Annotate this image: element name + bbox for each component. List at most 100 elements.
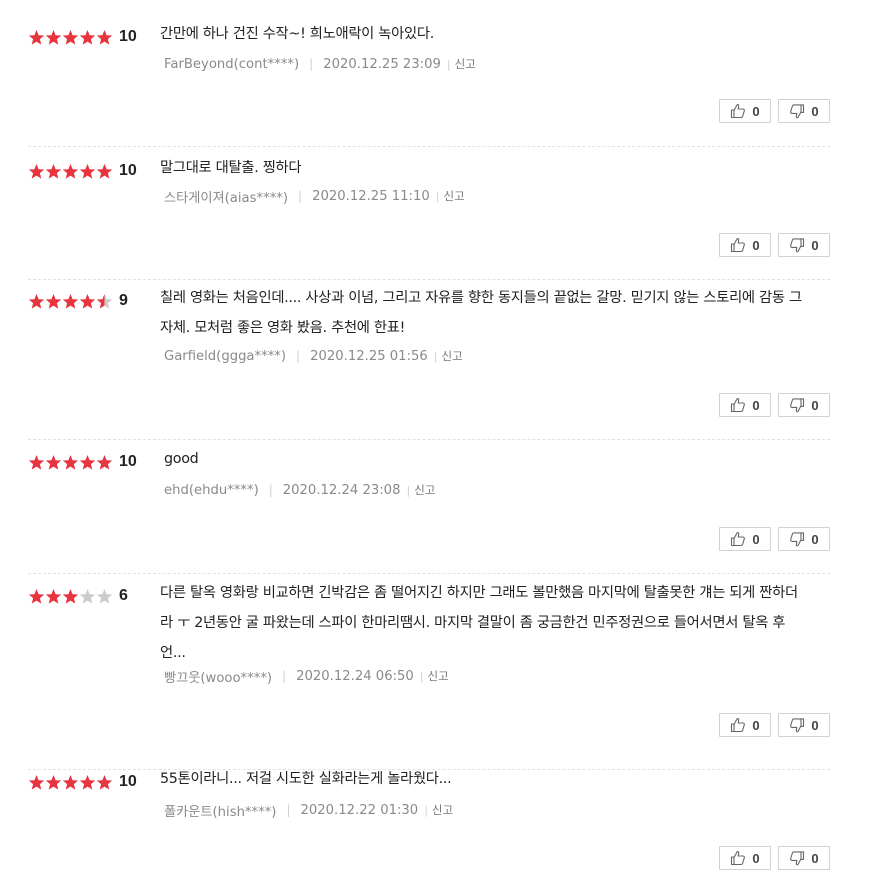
- report-link[interactable]: 신고: [428, 668, 449, 684]
- divider: |: [309, 57, 314, 71]
- like-button[interactable]: 0: [719, 527, 771, 551]
- review-meta: 폴카운트(hish****) | 2020.12.22 01:30 | 신고: [164, 799, 453, 821]
- author-name[interactable]: 빵끄웃(wooo****): [164, 667, 272, 686]
- divider: |: [424, 803, 428, 817]
- thumbs-down-icon: [789, 531, 805, 547]
- star-full-icon: [28, 293, 45, 309]
- like-button[interactable]: 0: [719, 713, 771, 737]
- star-full-icon: [62, 29, 79, 45]
- star-full-icon: [79, 454, 96, 470]
- review-meta: ehd(ehdu****) | 2020.12.24 23:08 | 신고: [164, 479, 435, 501]
- author-name[interactable]: 폴카운트(hish****): [164, 801, 276, 820]
- star-full-icon: [96, 454, 113, 470]
- review-date: 2020.12.22 01:30: [300, 802, 419, 818]
- score-value: 10: [119, 28, 137, 45]
- like-button[interactable]: 0: [719, 393, 771, 417]
- score-value: 9: [119, 292, 128, 309]
- review-text: 말그대로 대탈출. 찡하다: [160, 160, 302, 176]
- like-button[interactable]: 0: [719, 846, 771, 870]
- report-link[interactable]: 신고: [432, 802, 453, 818]
- vote-buttons: 00: [719, 846, 830, 870]
- review-date: 2020.12.25 11:10: [312, 188, 430, 204]
- star-full-icon: [96, 29, 113, 45]
- thumbs-down-icon: [789, 103, 805, 119]
- review-meta: 빵끄웃(wooo****) | 2020.12.24 06:50 | 신고: [164, 665, 449, 687]
- vote-buttons: 00: [719, 527, 830, 551]
- report-link[interactable]: 신고: [442, 348, 463, 364]
- review-item: 10 55톤이라니... 저걸 시도한 실화라는게 놀라웠다... 폴카운트(his…: [28, 769, 830, 878]
- star-half-icon: [96, 293, 113, 309]
- star-full-icon: [28, 29, 45, 45]
- star-rating: [28, 163, 113, 180]
- star-full-icon: [45, 774, 62, 790]
- review-meta: 스타게이져(aias****) | 2020.12.25 11:10 | 신고: [164, 185, 465, 207]
- score-value: 10: [119, 162, 137, 179]
- star-full-icon: [79, 163, 96, 179]
- review-text: 간만에 하나 건진 수작~! 희노애락이 녹아있다.: [160, 26, 434, 42]
- like-button[interactable]: 0: [719, 99, 771, 123]
- review-item: 10 말그대로 대탈출. 찡하다스타게이져(aias****) | 2020.12.2…: [28, 146, 830, 280]
- thumbs-down-icon: [789, 850, 805, 866]
- review-text: good: [164, 451, 199, 467]
- author-name[interactable]: 스타게이져(aias****): [164, 187, 288, 206]
- star-full-icon: [62, 293, 79, 309]
- star-full-icon: [45, 454, 62, 470]
- report-link[interactable]: 신고: [455, 56, 476, 72]
- dislike-button[interactable]: 0: [778, 393, 830, 417]
- review-meta: FarBeyond(cont****) | 2020.12.25 23:09 | 신고: [164, 53, 476, 75]
- review-text: 55톤이라니... 저걸 시도한 실화라는게 놀라웠다...: [160, 771, 452, 787]
- dislike-button[interactable]: 0: [778, 527, 830, 551]
- like-count: 0: [752, 531, 760, 547]
- review-item: 10 간만에 하나 건진 수작~! 희노애락이 녹아있다. FarBeyond(co…: [28, 0, 830, 147]
- thumbs-down-icon: [789, 397, 805, 413]
- like-count: 0: [752, 850, 760, 866]
- rating: 10: [28, 451, 137, 473]
- thumbs-up-icon: [730, 397, 746, 413]
- thumbs-up-icon: [730, 237, 746, 253]
- dislike-count: 0: [811, 531, 819, 547]
- dislike-button[interactable]: 0: [778, 99, 830, 123]
- report-link[interactable]: 신고: [414, 482, 435, 498]
- rating: 6: [28, 585, 128, 607]
- report-link[interactable]: 신고: [444, 188, 465, 204]
- vote-buttons: 00: [719, 713, 830, 737]
- author-name[interactable]: Garfield(ggga****): [164, 349, 286, 364]
- thumbs-up-icon: [730, 850, 746, 866]
- author-name[interactable]: FarBeyond(cont****): [164, 57, 299, 72]
- dislike-button[interactable]: 0: [778, 233, 830, 257]
- divider: |: [298, 189, 303, 203]
- star-rating: [28, 454, 113, 471]
- rating: 10: [28, 160, 137, 182]
- star-full-icon: [96, 774, 113, 790]
- divider: |: [268, 483, 273, 497]
- divider: |: [282, 669, 287, 683]
- divider: |: [296, 349, 301, 363]
- star-full-icon: [28, 454, 45, 470]
- dislike-button[interactable]: 0: [778, 846, 830, 870]
- star-full-icon: [62, 454, 79, 470]
- divider: |: [286, 803, 291, 817]
- review-date: 2020.12.25 01:56: [310, 348, 428, 364]
- star-full-icon: [45, 293, 62, 309]
- review-meta: Garfield(ggga****) | 2020.12.25 01:56 | 신고: [164, 345, 463, 367]
- review-date: 2020.12.24 06:50: [296, 668, 414, 684]
- star-full-icon: [45, 588, 62, 604]
- star-full-icon: [79, 774, 96, 790]
- star-rating: [28, 29, 113, 46]
- thumbs-up-icon: [730, 531, 746, 547]
- like-button[interactable]: 0: [719, 233, 771, 257]
- star-full-icon: [45, 163, 62, 179]
- thumbs-down-icon: [789, 237, 805, 253]
- vote-buttons: 00: [719, 393, 830, 417]
- dislike-button[interactable]: 0: [778, 713, 830, 737]
- review-text: 다른 탈옥 영화랑 비교하면 긴박감은 좀 떨어지긴 하지만 그래도 볼만했음 …: [160, 585, 798, 661]
- like-count: 0: [752, 397, 760, 413]
- divider: |: [435, 189, 440, 203]
- author-name[interactable]: ehd(ehdu****): [164, 483, 259, 498]
- dislike-count: 0: [811, 717, 819, 733]
- rating: 10: [28, 771, 137, 793]
- star-full-icon: [96, 163, 113, 179]
- thumbs-down-icon: [789, 717, 805, 733]
- star-rating: [28, 588, 113, 605]
- thumbs-up-icon: [730, 717, 746, 733]
